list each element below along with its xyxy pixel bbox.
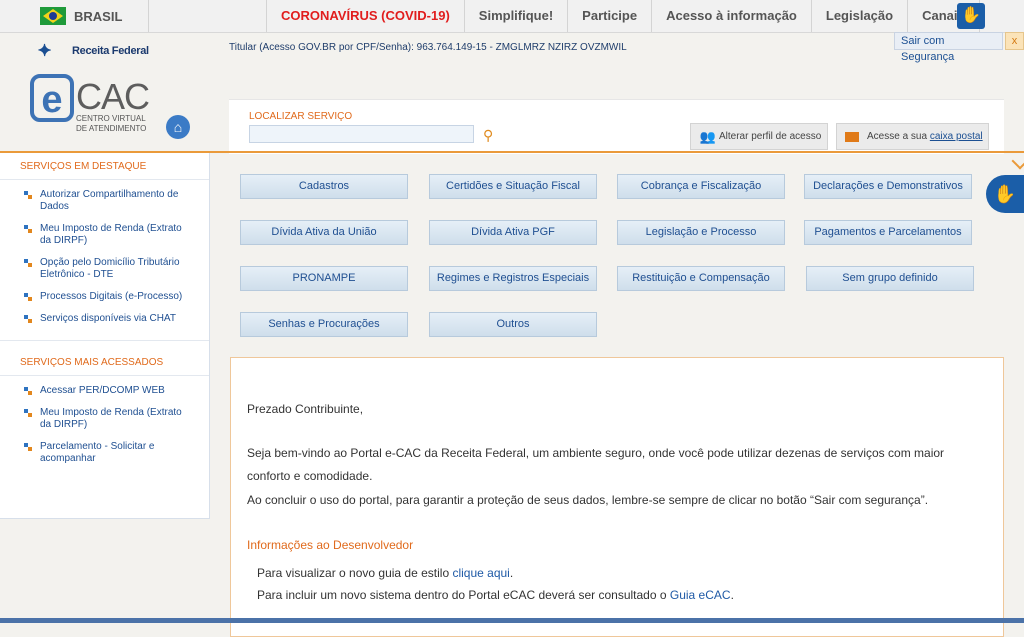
titular-info: Titular (Acesso GOV.BR por CPF/Senha): 9…: [229, 42, 627, 53]
developer-info-title: Informações ao Desenvolvedor: [247, 538, 414, 552]
bullet-icon: [24, 191, 32, 199]
sidebar-divider: [0, 340, 209, 341]
service-declaracoes[interactable]: Declarações e Demonstrativos: [804, 174, 972, 199]
sidebar-item-label: Processos Digitais (e-Processo): [40, 291, 183, 302]
sidebar-item-label: Opção pelo Domicílio Tributário Eletrôni…: [40, 257, 180, 280]
sidebar-item-dte[interactable]: Opção pelo Domicílio Tributário Eletrôni…: [0, 257, 209, 281]
developer-line-1-end: .: [509, 566, 514, 580]
sidebar-item-label: Acessar PER/DCOMP WEB: [40, 385, 165, 396]
brasil-label: BRASIL: [74, 9, 123, 24]
sair-close-icon[interactable]: x: [1004, 32, 1024, 50]
sidebar-item-label: Meu Imposto de Renda (Extrato da DIRPF): [40, 407, 182, 430]
search-icon[interactable]: ⚲: [483, 127, 499, 143]
sidebar-item-perdcomp[interactable]: Acessar PER/DCOMP WEB: [0, 385, 209, 397]
ecac-logo[interactable]: e CAC CENTRO VIRTUAL DE ATENDIMENTO: [30, 74, 150, 140]
service-divida-uniao[interactable]: Dívida Ativa da União: [240, 220, 408, 245]
ecac-subtitle: CENTRO VIRTUAL DE ATENDIMENTO: [76, 114, 147, 133]
bullet-icon: [24, 315, 32, 323]
welcome-panel: Prezado Contribuinte, Seja bem-vindo ao …: [230, 357, 1004, 637]
search-label: LOCALIZAR SERVIÇO: [249, 111, 353, 122]
bullet-icon: [24, 387, 32, 395]
sidebar-destaque-title: SERVIÇOS EM DESTAQUE: [0, 153, 209, 180]
developer-line-2: Para incluir um novo sistema dentro do P…: [257, 588, 734, 602]
receita-federal-logo[interactable]: ⯌ Receita Federal: [38, 40, 158, 60]
chevron-down-icon[interactable]: [1011, 152, 1024, 170]
bullet-icon: [24, 259, 32, 267]
gov-links: CORONAVÍRUS (COVID-19) Simplifique! Part…: [266, 0, 980, 32]
guia-ecac-link[interactable]: Guia eCAC: [670, 588, 731, 602]
ecac-e-icon: e: [30, 74, 74, 122]
vlibras-hands-icon[interactable]: ✋: [957, 3, 985, 29]
developer-line-1-text: Para visualizar o novo guia de estilo: [257, 566, 453, 580]
sidebar-item-chat[interactable]: Serviços disponíveis via CHAT: [0, 313, 209, 325]
sidebar-item-label: Parcelamento - Solicitar e acompanhar: [40, 441, 155, 464]
caixa-postal-prefix: Acesse a sua: [867, 131, 928, 142]
bullet-icon: [24, 443, 32, 451]
caixa-postal-link[interactable]: caixa postal: [930, 131, 983, 142]
acessados-list: Acessar PER/DCOMP WEB Meu Imposto de Ren…: [0, 376, 209, 465]
service-cobranca[interactable]: Cobrança e Fiscalização: [617, 174, 785, 199]
brasil-link[interactable]: BRASIL: [0, 0, 149, 32]
developer-line-1: Para visualizar o novo guia de estilo cl…: [257, 566, 513, 580]
bullet-icon: [24, 409, 32, 417]
service-restituicao[interactable]: Restituição e Compensação: [617, 266, 785, 291]
search-panel: LOCALIZAR SERVIÇO ⚲ 👥 Alterar perfil de …: [229, 99, 1004, 154]
mail-icon: [845, 131, 859, 142]
service-regimes[interactable]: Regimes e Registros Especiais: [429, 266, 597, 291]
service-senhas[interactable]: Senhas e Procurações: [240, 312, 408, 337]
sair-button[interactable]: Sair com Segurança: [894, 32, 1003, 63]
sair-seguranca: Sair com Segurança x: [894, 32, 1024, 63]
sidebar-item-label: Autorizar Compartilhamento de Dados: [40, 189, 179, 212]
caixa-postal-button[interactable]: Acesse a sua caixa postal: [836, 123, 989, 150]
sidebar-item-imposto-renda[interactable]: Meu Imposto de Renda (Extrato da DIRPF): [0, 223, 209, 247]
welcome-greeting: Prezado Contribuinte,: [247, 402, 364, 416]
gov-bar: BRASIL CORONAVÍRUS (COVID-19) Simplifiqu…: [0, 0, 1024, 33]
welcome-paragraph-1: Seja bem-vindo ao Portal e-CAC da Receit…: [247, 446, 945, 483]
sidebar-item-e-processo[interactable]: Processos Digitais (e-Processo): [0, 291, 209, 303]
rf-logo-text: Receita Federal: [72, 45, 149, 57]
sidebar-item-imposto-renda-2[interactable]: Meu Imposto de Renda (Extrato da DIRPF): [0, 407, 209, 431]
sidebar: SERVIÇOS EM DESTAQUE Autorizar Compartil…: [0, 153, 210, 519]
sidebar-item-label: Serviços disponíveis via CHAT: [40, 313, 176, 324]
gov-link-covid[interactable]: CORONAVÍRUS (COVID-19): [266, 0, 464, 32]
gov-link-legislacao[interactable]: Legislação: [810, 0, 907, 32]
service-sem-grupo[interactable]: Sem grupo definido: [806, 266, 974, 291]
service-pronampe[interactable]: PRONAMPE: [240, 266, 408, 291]
service-pagamentos[interactable]: Pagamentos e Parcelamentos: [804, 220, 972, 245]
sidebar-item-label: Meu Imposto de Renda (Extrato da DIRPF): [40, 223, 182, 246]
search-input[interactable]: [249, 125, 474, 143]
service-certidoes[interactable]: Certidões e Situação Fiscal: [429, 174, 597, 199]
gov-link-acesso-informacao[interactable]: Acesso à informação: [651, 0, 811, 32]
service-legislacao[interactable]: Legislação e Processo: [617, 220, 785, 245]
developer-line-2-text: Para incluir um novo sistema dentro do P…: [257, 588, 670, 602]
sidebar-acessados-title: SERVIÇOS MAIS ACESSADOS: [0, 349, 209, 376]
vlibras-side-hands-icon[interactable]: ✋: [986, 175, 1024, 213]
alterar-perfil-button[interactable]: 👥 Alterar perfil de acesso: [690, 123, 828, 150]
footer-bar: [0, 618, 1024, 623]
brazil-flag-icon: [40, 7, 66, 25]
service-outros[interactable]: Outros: [429, 312, 597, 337]
welcome-paragraph-2: Ao concluir o uso do portal, para garant…: [247, 493, 929, 507]
style-guide-link[interactable]: clique aqui: [452, 566, 509, 580]
developer-line-2-end: .: [730, 588, 734, 602]
bullet-icon: [24, 293, 32, 301]
sidebar-item-parcelamento[interactable]: Parcelamento - Solicitar e acompanhar: [0, 441, 209, 465]
sidebar-item-compartilhamento[interactable]: Autorizar Compartilhamento de Dados: [0, 189, 209, 213]
service-cadastros[interactable]: Cadastros: [240, 174, 408, 199]
service-divida-pgf[interactable]: Dívida Ativa PGF: [429, 220, 597, 245]
gov-link-participe[interactable]: Participe: [567, 0, 651, 32]
bullet-icon: [24, 225, 32, 233]
alterar-perfil-label: Alterar perfil de acesso: [719, 131, 822, 142]
home-icon[interactable]: ⌂: [166, 115, 190, 139]
ecac-cac-text: CAC: [76, 76, 150, 117]
users-icon: 👥: [699, 128, 717, 144]
gov-link-simplifique[interactable]: Simplifique!: [463, 0, 567, 32]
eagle-icon: ⯌: [38, 40, 53, 60]
destaque-list: Autorizar Compartilhamento de Dados Meu …: [0, 180, 209, 325]
